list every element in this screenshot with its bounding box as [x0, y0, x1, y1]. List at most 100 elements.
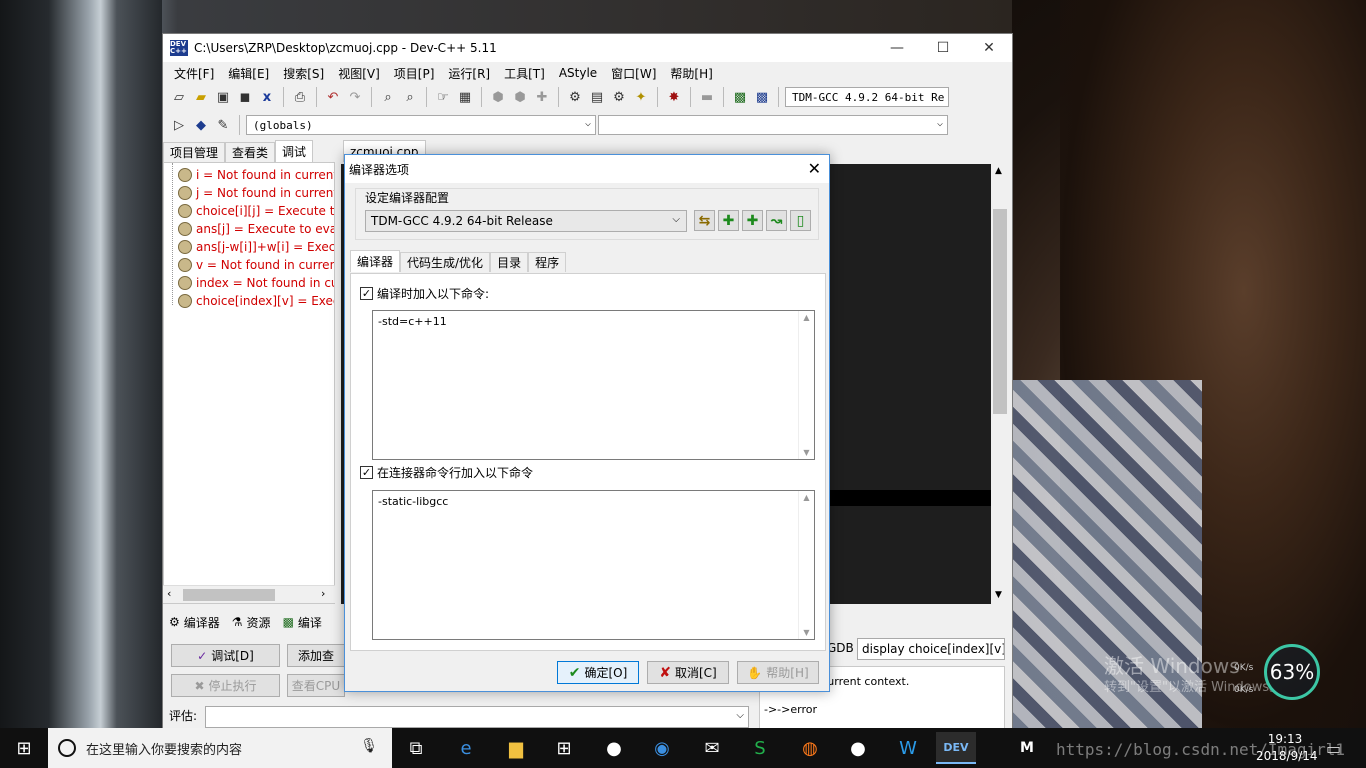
- watch-item[interactable]: i = Not found in current: [178, 166, 334, 184]
- book-icon[interactable]: ◆: [191, 115, 211, 135]
- ok-button[interactable]: ✔ 确定[O]: [557, 661, 639, 684]
- add-watch-button[interactable]: 添加查: [287, 644, 345, 667]
- menu-file[interactable]: 文件[F]: [167, 65, 221, 82]
- goto-function-icon[interactable]: ▦: [455, 87, 475, 107]
- compile-command-textarea[interactable]: -std=c++11 ▲ ▼: [372, 310, 815, 460]
- minimize-button[interactable]: —: [874, 34, 920, 62]
- tab-project[interactable]: 项目管理: [163, 142, 226, 162]
- task-view-icon[interactable]: ⧉: [396, 732, 436, 764]
- scrollbar-thumb[interactable]: [183, 589, 275, 601]
- memory-gauge[interactable]: 63%: [1264, 644, 1320, 700]
- devcpp-taskbar-icon[interactable]: DEV: [936, 732, 976, 764]
- scroll-up-icon[interactable]: ▲: [995, 166, 1002, 176]
- delete-profile-icon[interactable]: ▩: [752, 87, 772, 107]
- add-config-button[interactable]: ✚: [718, 210, 739, 231]
- save-icon[interactable]: ▣: [213, 87, 233, 107]
- wps-writer-icon[interactable]: W: [888, 732, 928, 764]
- menu-astyle[interactable]: AStyle: [552, 66, 604, 80]
- remove-from-project-icon[interactable]: ⬢: [510, 87, 530, 107]
- compiler-config-select[interactable]: TDM-GCC 4.9.2 64-bit Release ⌵: [365, 210, 687, 232]
- textarea-scrollbar[interactable]: ▲ ▼: [798, 311, 814, 459]
- tab-classes[interactable]: 查看类: [225, 142, 276, 162]
- add-to-project-icon[interactable]: ⬢: [488, 87, 508, 107]
- scroll-down-icon[interactable]: ▼: [995, 590, 1002, 600]
- menu-edit[interactable]: 编辑[E]: [221, 65, 276, 82]
- menu-tools[interactable]: 工具[T]: [497, 65, 552, 82]
- view-cpu-button[interactable]: 查看CPU: [287, 674, 345, 697]
- scroll-up-icon[interactable]: ▲: [803, 313, 809, 322]
- windows-start-icon[interactable]: ⊞: [0, 728, 48, 768]
- stop-execution-button[interactable]: ✖ 停止执行: [171, 674, 280, 697]
- editor-scrollbar-thumb[interactable]: [993, 209, 1007, 414]
- compile-extra-checkbox[interactable]: ✓ 编译时加入以下命令:: [360, 285, 489, 302]
- maximize-button[interactable]: ☐: [920, 34, 966, 62]
- compile-run-icon[interactable]: ⚙: [609, 87, 629, 107]
- scroll-down-icon[interactable]: ▼: [803, 448, 809, 457]
- undo-icon[interactable]: ↶: [323, 87, 343, 107]
- cancel-button[interactable]: ✘ 取消[C]: [647, 661, 729, 684]
- tab-compiler[interactable]: ⚙ 编译器: [163, 614, 226, 631]
- print-icon[interactable]: ⎙: [290, 87, 310, 107]
- menu-search[interactable]: 搜索[S]: [276, 65, 331, 82]
- help-button[interactable]: ✋ 帮助[H]: [737, 661, 819, 684]
- close-icon[interactable]: ✕: [808, 159, 821, 178]
- qq-icon[interactable]: ●: [594, 732, 634, 764]
- scroll-down-icon[interactable]: ▼: [803, 628, 809, 637]
- function-select[interactable]: ⌵: [598, 115, 948, 135]
- tab-programs[interactable]: 程序: [528, 252, 567, 272]
- mail-icon[interactable]: ✉: [692, 732, 732, 764]
- store-icon[interactable]: ⊞: [544, 732, 584, 764]
- watch-item[interactable]: j = Not found in current: [178, 184, 334, 202]
- class-scope-select[interactable]: (globals) ⌵: [246, 115, 596, 135]
- scroll-right-icon[interactable]: ›: [321, 587, 325, 600]
- watch-item[interactable]: v = Not found in curren: [178, 256, 334, 274]
- tab-resources[interactable]: ⚗ 资源: [226, 614, 277, 631]
- menu-project[interactable]: 项目[P]: [387, 65, 442, 82]
- taskbar-search[interactable]: 在这里输入你要搜索的内容 🎙: [48, 728, 392, 768]
- compile-icon[interactable]: ⚙: [565, 87, 585, 107]
- profile-icon[interactable]: ▩: [730, 87, 750, 107]
- play-icon[interactable]: ▷: [169, 115, 189, 135]
- rename-config-button[interactable]: ⇆: [694, 210, 715, 231]
- close-button[interactable]: ✕: [966, 34, 1012, 62]
- edge-icon[interactable]: e: [446, 732, 486, 764]
- textarea-scrollbar[interactable]: ▲ ▼: [798, 491, 814, 639]
- tab-debug[interactable]: 调试: [275, 140, 314, 162]
- file-explorer-icon[interactable]: ▆: [496, 732, 536, 764]
- qq-chat-icon[interactable]: ●: [838, 732, 878, 764]
- watch-item[interactable]: choice[index][v] = Execu: [178, 292, 334, 310]
- close-file-icon[interactable]: x: [257, 87, 277, 107]
- find-icon[interactable]: ⌕: [378, 87, 398, 107]
- rebuild-all-icon[interactable]: ✦: [631, 87, 651, 107]
- project-options-icon[interactable]: ✚: [532, 87, 552, 107]
- help-icon[interactable]: ✎: [213, 115, 233, 135]
- dialog-title-bar[interactable]: 编译器选项 ✕: [345, 155, 829, 183]
- browser-icon[interactable]: ◉: [642, 732, 682, 764]
- gdb-command-input[interactable]: display choice[index][v]: [857, 638, 1005, 660]
- linker-extra-checkbox[interactable]: ✓ 在连接器命令行加入以下命令: [360, 464, 533, 481]
- tab-compile-log[interactable]: ▩ 编译: [277, 614, 328, 631]
- eval-input[interactable]: ⌵: [205, 706, 749, 728]
- menu-help[interactable]: 帮助[H]: [663, 65, 719, 82]
- save-all-icon[interactable]: ◼: [235, 87, 255, 107]
- open-folder-icon[interactable]: ▰: [191, 87, 211, 107]
- goto-line-icon[interactable]: ☞: [433, 87, 453, 107]
- linker-command-textarea[interactable]: -static-libgcc ▲ ▼: [372, 490, 815, 640]
- watch-item[interactable]: ans[j-w[i]]+w[i] = Execu: [178, 238, 334, 256]
- tab-compiler[interactable]: 编译器: [350, 250, 401, 272]
- new-file-icon[interactable]: ▱: [169, 87, 189, 107]
- watch-horizontal-scrollbar[interactable]: ‹ ›: [163, 585, 335, 603]
- tab-directories[interactable]: 目录: [490, 252, 529, 272]
- delete-config-button[interactable]: ▯: [790, 210, 811, 231]
- menu-run[interactable]: 运行[R]: [441, 65, 497, 82]
- redo-icon[interactable]: ↷: [345, 87, 365, 107]
- debug-button[interactable]: ✓ 调试[D]: [171, 644, 280, 667]
- notification-icon[interactable]: ▭: [1326, 728, 1341, 768]
- watch-item[interactable]: ans[j] = Execute to evalu: [178, 220, 334, 238]
- stop-execution-icon[interactable]: ▬: [697, 87, 717, 107]
- compiler-select[interactable]: TDM-GCC 4.9.2 64-bit Re: [785, 87, 949, 107]
- microphone-icon[interactable]: 🎙: [360, 738, 378, 754]
- add-config-from-folder-button[interactable]: ✚: [742, 210, 763, 231]
- menu-window[interactable]: 窗口[W]: [604, 65, 663, 82]
- debug-icon[interactable]: ✸: [664, 87, 684, 107]
